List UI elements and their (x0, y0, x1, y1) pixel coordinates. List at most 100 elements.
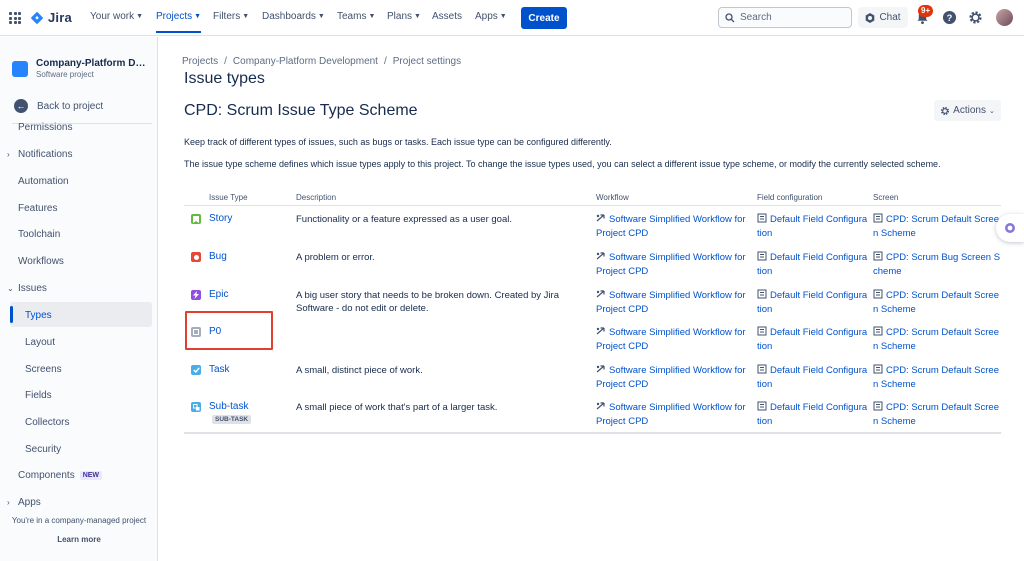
nav-assets[interactable]: Assets (432, 11, 462, 22)
issue-type-link[interactable]: Task (209, 364, 230, 375)
sidebar-item-screens[interactable]: Screens (25, 364, 62, 375)
top-navigation: Jira Your work ▼ Projects ▼ Filters ▼ Dashb… (0, 0, 1024, 36)
screen-scheme-link[interactable]: CPD: Scrum Default Screen Scheme (873, 289, 1001, 316)
field-configuration-link[interactable]: Default Field Configuration (757, 326, 869, 353)
chevron-right-icon: › (7, 150, 10, 159)
chat-button[interactable]: Chat (858, 7, 908, 28)
nav-apps[interactable]: Apps ▼ (475, 11, 507, 22)
breadcrumb-project[interactable]: Company-Platform Development (233, 56, 378, 67)
scheme-title: CPD: Scrum Issue Type Scheme (184, 102, 418, 119)
field-configuration-name: Default Field Configuration (757, 365, 868, 390)
jira-logo[interactable]: Jira (30, 10, 72, 25)
user-avatar[interactable] (996, 9, 1013, 26)
app-switcher-icon[interactable] (9, 12, 21, 24)
chevron-down-icon: ▼ (368, 13, 376, 20)
annotation-highlight-box (185, 311, 273, 350)
sidebar-item-label: Permissions (18, 122, 73, 133)
table-row: Story Functionality or a feature express… (184, 212, 1001, 249)
sidebar-item-apps[interactable]: › Apps (7, 497, 41, 508)
workflow-link[interactable]: Software Simplified Workflow for Project… (596, 213, 750, 240)
workflow-link[interactable]: Software Simplified Workflow for Project… (596, 326, 750, 353)
story-icon (191, 214, 201, 224)
issue-type-link[interactable]: Epic (209, 289, 228, 300)
actions-button[interactable]: Actions ⌄ (934, 100, 1001, 121)
workflow-name: Software Simplified Workflow for Project… (596, 327, 746, 352)
sidebar-item-collectors[interactable]: Collectors (25, 417, 69, 428)
field-configuration-name: Default Field Configuration (757, 402, 868, 427)
nav-dashboards[interactable]: Dashboards ▼ (262, 11, 325, 22)
field-configuration-link[interactable]: Default Field Configuration (757, 289, 869, 316)
learn-more-link[interactable]: Learn more (0, 535, 157, 544)
field-configuration-name: Default Field Configuration (757, 290, 868, 315)
task-icon (191, 365, 201, 375)
scheme-description: The issue type scheme defines which issu… (184, 159, 941, 169)
project-type: Software project (36, 70, 94, 79)
sidebar-item-fields[interactable]: Fields (25, 390, 52, 401)
field-configuration-link[interactable]: Default Field Configuration (757, 364, 869, 391)
workflow-link[interactable]: Software Simplified Workflow for Project… (596, 289, 750, 316)
screen-scheme-link[interactable]: CPD: Scrum Default Screen Scheme (873, 401, 1001, 428)
logo-text: Jira (48, 10, 72, 25)
settings-gear-icon[interactable] (968, 10, 983, 25)
sidebar-item-types[interactable]: Types (25, 310, 52, 321)
screen-scheme-name: CPD: Scrum Default Screen Scheme (873, 214, 999, 239)
chevron-down-icon: ▼ (136, 13, 144, 20)
nav-your-work[interactable]: Your work ▼ (90, 11, 143, 22)
workflow-icon (596, 252, 605, 260)
new-badge: NEW (79, 471, 103, 480)
workflow-link[interactable]: Software Simplified Workflow for Project… (596, 364, 750, 391)
gear-icon (941, 106, 950, 115)
sidebar-item-workflows[interactable]: Workflows (18, 256, 64, 267)
assistant-float-button[interactable] (996, 214, 1024, 242)
search-input[interactable]: Search (718, 7, 852, 28)
screen-scheme-name: CPD: Scrum Default Screen Scheme (873, 402, 999, 427)
bug-icon (191, 252, 201, 262)
field-configuration-link[interactable]: Default Field Configuration (757, 213, 869, 240)
sidebar-item-automation[interactable]: Automation (18, 176, 69, 187)
nav-filters[interactable]: Filters ▼ (213, 11, 249, 22)
workflow-link[interactable]: Software Simplified Workflow for Project… (596, 401, 750, 428)
screen-scheme-link[interactable]: CPD: Scrum Default Screen Scheme (873, 326, 1001, 353)
sidebar-item-notifications[interactable]: › Notifications (7, 149, 72, 160)
breadcrumb-projects[interactable]: Projects (182, 56, 218, 67)
sidebar-item-label: Workflows (18, 256, 64, 267)
screen-scheme-link[interactable]: CPD: Scrum Default Screen Scheme (873, 364, 1001, 391)
back-to-project-link[interactable]: ← Back to project (14, 99, 103, 113)
table-header-divider (184, 205, 1001, 206)
sidebar-item-toolchain[interactable]: Toolchain (18, 229, 60, 240)
nav-projects[interactable]: Projects ▼ (156, 11, 202, 33)
nav-teams[interactable]: Teams ▼ (337, 11, 375, 22)
workflow-icon (596, 402, 605, 410)
sidebar-item-components[interactable]: Components NEW (18, 470, 103, 481)
workflow-icon (596, 327, 605, 335)
back-label: Back to project (37, 100, 104, 112)
sidebar-item-label: Fields (25, 390, 52, 401)
screen-scheme-link[interactable]: CPD: Scrum Bug Screen Scheme (873, 251, 1001, 278)
chevron-down-icon: ▼ (194, 13, 202, 20)
nav-plans[interactable]: Plans ▼ (387, 11, 421, 22)
workflow-link[interactable]: Software Simplified Workflow for Project… (596, 251, 750, 278)
help-icon[interactable]: ? (942, 10, 957, 25)
field-configuration-link[interactable]: Default Field Configuration (757, 401, 869, 428)
chevron-down-icon: ▼ (414, 13, 421, 20)
project-header[interactable]: Company-Platform Development Software pr… (12, 58, 146, 79)
screen-scheme-link[interactable]: CPD: Scrum Default Screen Scheme (873, 213, 1001, 240)
nav-label: Filters (213, 11, 241, 22)
sidebar-item-security[interactable]: Security (25, 444, 61, 455)
issue-type-link[interactable]: Bug (209, 251, 227, 262)
sidebar-item-layout[interactable]: Layout (25, 337, 55, 348)
sidebar-item-permissions[interactable]: Permissions (18, 122, 72, 133)
sidebar-item-label: Apps (18, 497, 41, 508)
screen-icon (873, 401, 883, 411)
issue-type-link[interactable]: Story (209, 213, 232, 224)
sidebar-item-features[interactable]: Features (18, 203, 57, 214)
create-button[interactable]: Create (521, 7, 567, 29)
field-configuration-icon (757, 326, 767, 336)
actions-label: Actions (953, 105, 986, 116)
sidebar-item-label: Screens (25, 364, 62, 375)
field-configuration-icon (757, 213, 767, 223)
sidebar-item-issues[interactable]: ⌄ Issues (7, 283, 47, 294)
issue-type-link[interactable]: Sub-task (209, 401, 248, 412)
breadcrumb-settings[interactable]: Project settings (393, 56, 461, 67)
field-configuration-link[interactable]: Default Field Configuration (757, 251, 869, 278)
